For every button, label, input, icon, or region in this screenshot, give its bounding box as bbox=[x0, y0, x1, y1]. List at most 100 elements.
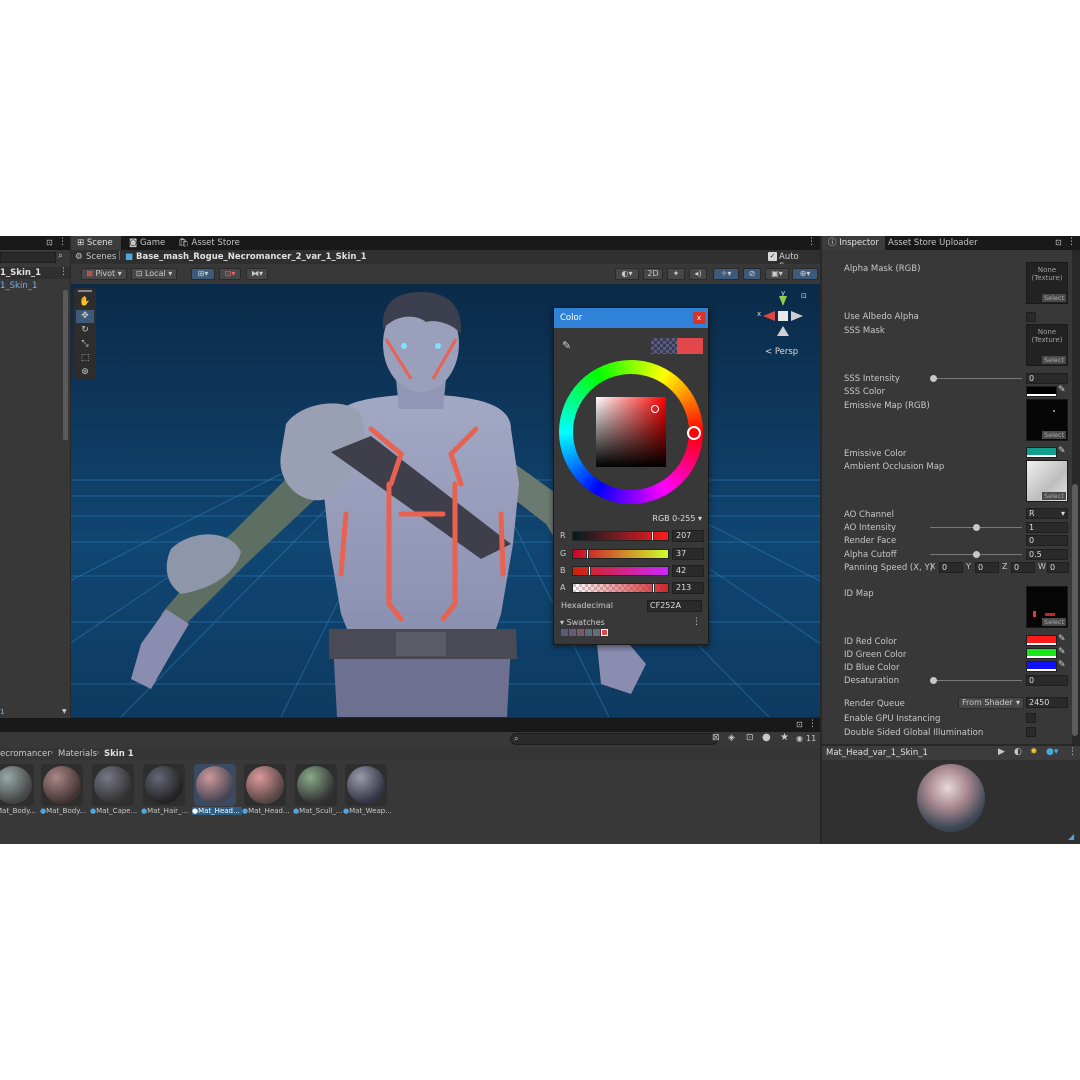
panning-y-input[interactable]: 0 bbox=[975, 562, 999, 573]
hex-input[interactable]: CF252A bbox=[647, 600, 702, 612]
slider-r-track[interactable] bbox=[572, 531, 669, 541]
more-menu-icon[interactable]: ⋮ bbox=[59, 267, 68, 277]
material-label[interactable]: ●Mat_Hair_... bbox=[141, 807, 191, 815]
panning-x-input[interactable]: 0 bbox=[939, 562, 963, 573]
slider-g-value[interactable]: 37 bbox=[672, 548, 704, 560]
more-menu-icon[interactable]: ⋮ bbox=[58, 237, 67, 247]
swatch-item[interactable] bbox=[593, 629, 600, 636]
material-thumbnail[interactable] bbox=[244, 764, 286, 806]
material-thumbnail[interactable] bbox=[0, 764, 34, 806]
slider-r-value[interactable]: 207 bbox=[672, 530, 704, 542]
material-label[interactable]: ●Mat_Head... bbox=[242, 807, 292, 815]
hue-cursor[interactable] bbox=[687, 426, 701, 440]
render-face-input[interactable]: 0 bbox=[1026, 535, 1068, 546]
sss-intensity-input[interactable]: 0 bbox=[1026, 373, 1068, 384]
id-map-select-button[interactable]: Select bbox=[1041, 618, 1066, 626]
slider-a-knob[interactable] bbox=[652, 583, 655, 593]
preview-sphere-icon[interactable]: ◐ bbox=[1014, 747, 1022, 757]
slider-a-track[interactable] bbox=[572, 583, 669, 593]
swatch-item[interactable] bbox=[561, 629, 568, 636]
swatches-foldout[interactable]: ▾ Swatches bbox=[560, 618, 605, 627]
emissive-map-select-button[interactable]: Select bbox=[1041, 431, 1066, 439]
material-thumbnail[interactable] bbox=[92, 764, 134, 806]
more-menu-icon[interactable]: ⋮ bbox=[807, 237, 816, 247]
slider-g[interactable]: G 37 bbox=[560, 548, 704, 560]
material-label[interactable]: ●Mat_Body... bbox=[40, 807, 90, 815]
material-thumbnail[interactable] bbox=[295, 764, 337, 806]
use-albedo-alpha-checkbox[interactable] bbox=[1026, 312, 1036, 322]
hierarchy-scrollbar[interactable] bbox=[63, 290, 68, 440]
material-thumbnail-selected[interactable] bbox=[194, 764, 236, 806]
scale-tool-icon[interactable]: ⤡ bbox=[76, 338, 94, 351]
audio-toggle[interactable]: ◂) bbox=[689, 268, 707, 280]
material-label[interactable]: ●Mat_Cape... bbox=[90, 807, 140, 815]
hierarchy-scene-row[interactable]: 1_Skin_1 ⋮ bbox=[0, 267, 70, 279]
swatch-item[interactable] bbox=[569, 629, 576, 636]
previous-color-swatch[interactable] bbox=[651, 338, 677, 354]
desaturation-slider[interactable] bbox=[934, 680, 1022, 681]
inspector-scrollbar[interactable] bbox=[1072, 484, 1078, 736]
more-menu-icon[interactable]: ⋮ bbox=[1068, 747, 1077, 757]
lock-icon[interactable]: ⊡ bbox=[1055, 238, 1062, 247]
perspective-label[interactable]: < Persp bbox=[765, 347, 798, 357]
orientation-gizmo[interactable] bbox=[763, 296, 803, 336]
snap-settings-button[interactable]: ⧓▾ bbox=[246, 268, 268, 280]
scroll-down-icon[interactable]: ▼ bbox=[62, 708, 67, 715]
pivot-dropdown[interactable]: ⊠ Pivot ▾ bbox=[81, 268, 127, 280]
swatch-item[interactable] bbox=[577, 629, 584, 636]
tab-inspector[interactable]: ⓘ Inspector bbox=[822, 236, 885, 250]
alpha-cutoff-knob[interactable] bbox=[973, 551, 980, 558]
alpha-cutoff-input[interactable]: 0.5 bbox=[1026, 549, 1068, 560]
more-menu-icon[interactable]: ⋮ bbox=[692, 617, 701, 627]
ao-intensity-knob[interactable] bbox=[973, 524, 980, 531]
sss-intensity-knob[interactable] bbox=[930, 375, 937, 382]
gizmo-lock-icon[interactable]: ⊡ bbox=[801, 292, 807, 300]
hierarchy-search-input[interactable] bbox=[0, 252, 56, 263]
ao-intensity-input[interactable]: 1 bbox=[1026, 522, 1068, 533]
material-label[interactable]: ●Mat_Weap... bbox=[343, 807, 393, 815]
id-map-texture-slot[interactable]: Select bbox=[1026, 586, 1068, 628]
gpu-instancing-checkbox[interactable] bbox=[1026, 713, 1036, 723]
hand-tool-icon[interactable]: ✋ bbox=[76, 296, 94, 309]
close-icon[interactable]: x bbox=[693, 312, 705, 324]
slider-a[interactable]: A 213 bbox=[560, 582, 704, 594]
sss-mask-select-button[interactable]: Select bbox=[1041, 356, 1066, 364]
material-label[interactable]: ●Mat_Scull_... bbox=[293, 807, 343, 815]
effects-dropdown[interactable]: ✧▾ bbox=[713, 268, 739, 280]
double-sided-gi-checkbox[interactable] bbox=[1026, 727, 1036, 737]
local-dropdown[interactable]: ⊡ Local ▾ bbox=[131, 268, 177, 280]
slider-b[interactable]: B 42 bbox=[560, 565, 704, 577]
more-menu-icon[interactable]: ⋮ bbox=[1067, 237, 1076, 247]
palette-grip-icon[interactable] bbox=[78, 290, 92, 292]
eyedropper-icon[interactable]: ✎ bbox=[562, 339, 571, 352]
tab-asset-store[interactable]: 🛍 Asset Store bbox=[172, 236, 246, 250]
ao-channel-dropdown[interactable]: R ▾ bbox=[1026, 508, 1068, 519]
ao-map-texture-slot[interactable]: Select bbox=[1026, 460, 1068, 502]
slider-a-value[interactable]: 213 bbox=[672, 582, 704, 594]
auto-save-checkbox[interactable]: ✓ bbox=[768, 252, 777, 261]
panning-w-input[interactable]: 0 bbox=[1047, 562, 1069, 573]
material-thumbnail[interactable] bbox=[143, 764, 185, 806]
id-blue-color-field[interactable] bbox=[1026, 661, 1057, 672]
panning-z-input[interactable]: 0 bbox=[1011, 562, 1035, 573]
render-queue-dropdown[interactable]: From Shader ▾ bbox=[958, 697, 1024, 709]
snap-increment-button[interactable]: ⊡▾ bbox=[219, 268, 241, 280]
material-thumbnail[interactable] bbox=[345, 764, 387, 806]
id-green-color-field[interactable] bbox=[1026, 648, 1057, 659]
id-red-color-field[interactable] bbox=[1026, 635, 1057, 646]
eyedropper-icon[interactable]: ✎ bbox=[1058, 446, 1066, 456]
gizmos-dropdown[interactable]: ⊕▾ bbox=[792, 268, 818, 280]
slider-g-knob[interactable] bbox=[586, 549, 589, 559]
play-icon[interactable]: ▶ bbox=[998, 747, 1005, 757]
eyedropper-icon[interactable]: ✎ bbox=[1058, 647, 1066, 657]
color-mode-dropdown[interactable]: RGB 0-255 ▾ bbox=[648, 513, 702, 525]
slider-r[interactable]: R 207 bbox=[560, 530, 704, 542]
transform-tool-icon[interactable]: ⊛ bbox=[76, 366, 94, 379]
grid-snap-button[interactable]: ⊞▾ bbox=[191, 268, 215, 280]
swatch-item[interactable] bbox=[601, 629, 608, 636]
scene-visibility-toggle[interactable]: ⊘ bbox=[743, 268, 761, 280]
ao-map-select-button[interactable]: Select bbox=[1041, 492, 1066, 500]
hierarchy-object-label[interactable]: 1_Skin_1 bbox=[0, 281, 37, 291]
sv-cursor[interactable] bbox=[651, 405, 659, 413]
lock-icon[interactable]: ⊡ bbox=[46, 238, 53, 247]
